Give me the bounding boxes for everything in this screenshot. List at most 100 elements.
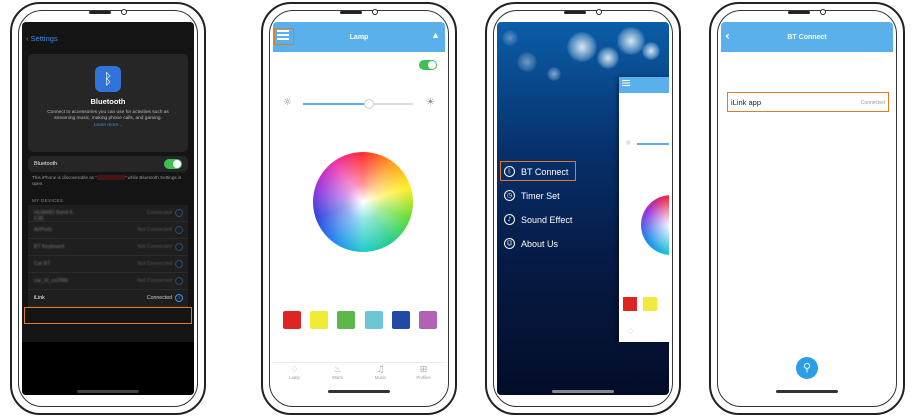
device-status: Not Connected (137, 244, 172, 250)
settings-screen: ‹ Settings ᛒ Bluetooth Connect to access… (22, 22, 194, 395)
bokeh-light (597, 47, 619, 69)
bluetooth-toggle[interactable] (164, 159, 182, 169)
bokeh-light (517, 52, 537, 72)
bokeh-light (567, 32, 597, 62)
lamp-screen-preview[interactable]: ☼ ♢ (619, 77, 669, 342)
color-wheel[interactable] (313, 152, 413, 252)
bokeh-light (547, 67, 561, 81)
brightness-high-icon: ☀ (426, 97, 435, 108)
phone-settings-bluetooth: ‹ Settings ᛒ Bluetooth Connect to access… (10, 2, 206, 415)
bokeh-light (642, 42, 660, 60)
preview-topbar (619, 77, 669, 93)
search-icon[interactable]: ⚲ (796, 357, 818, 379)
preview-swatch-yellow (643, 297, 657, 311)
lamp-topbar: Lamp ▲ (273, 22, 445, 52)
swatch-cyan[interactable] (364, 311, 383, 329)
screen-bottom-fill (22, 342, 194, 395)
slider-fill (303, 103, 369, 105)
brightness-low-icon: ☼ (625, 139, 632, 147)
home-indicator (328, 390, 390, 393)
swatch-purple[interactable] (418, 311, 437, 329)
bt-connect-topbar: ‹ BT Connect (721, 22, 893, 52)
slider-knob[interactable] (364, 99, 374, 109)
device-name: HUAWEI Band 6-C9E (34, 210, 75, 222)
sound-icon: ♪ (504, 214, 515, 225)
phone-side-menu: ☼ ♢ ᛒ BT Connect ◷ Timer Set ♪ Sound Effect… (485, 2, 681, 415)
power-toggle[interactable] (419, 60, 437, 70)
clock-icon: ◷ (504, 190, 515, 201)
device-row[interactable]: BT Keyboard Not Connected (28, 239, 188, 256)
discoverable-note: This iPhone is discoverable as “” while … (32, 175, 182, 186)
device-row-ilink[interactable]: iLink Connected i (28, 290, 188, 307)
bluetooth-description: Connect to accessories you can use for a… (47, 110, 169, 121)
phone-notch (784, 9, 830, 15)
phone-lamp-screen: Lamp ▲ ☼ ☀ ♢ Lamp ♨ Warm ♫ Music ⊞ Profiles (261, 2, 457, 415)
info-icon[interactable] (175, 243, 183, 251)
grid-icon: ⊞ (419, 365, 428, 375)
lamp-title: Lamp (349, 34, 369, 41)
tab-lamp[interactable]: ♢ Lamp (280, 365, 310, 382)
preview-slider (637, 143, 669, 145)
settings-back-link[interactable]: ‹ Settings (26, 34, 58, 43)
lamp-screen: Lamp ▲ ☼ ☀ ♢ Lamp ♨ Warm ♫ Music ⊞ Profiles (273, 22, 445, 395)
device-name: Car BT (34, 261, 51, 267)
info-icon[interactable] (175, 260, 183, 268)
device-row[interactable]: Car BT Not Connected (28, 256, 188, 273)
ilink-app-highlight-box (727, 92, 889, 112)
preview-swatch-red (623, 297, 637, 311)
side-menu-screen: ☼ ♢ ᛒ BT Connect ◷ Timer Set ♪ Sound Effect… (497, 22, 669, 395)
phone-notch (336, 9, 382, 15)
bokeh-light (502, 30, 518, 46)
learn-more-link[interactable]: Learn more... (28, 123, 188, 128)
person-icon: ☺ (504, 238, 515, 249)
swatch-red[interactable] (283, 311, 301, 329)
menu-item-timer-set[interactable]: ◷ Timer Set (501, 188, 572, 212)
ilink-highlight-box (24, 307, 192, 324)
bulb-icon: ♢ (627, 327, 635, 336)
phone-bt-connect: ‹ BT Connect iLink app Connected ⚲ (709, 2, 905, 415)
bt-connect-title: BT Connect (787, 34, 827, 41)
device-row[interactable]: HUAWEI Band 6-C9E Connected (28, 205, 188, 222)
menu-item-sound-effect[interactable]: ♪ Sound Effect (501, 212, 572, 236)
bokeh-light (617, 27, 645, 55)
music-icon: ♫ (376, 365, 385, 375)
menu-item-about-us[interactable]: ☺ About Us (501, 236, 572, 260)
swatch-blue[interactable] (391, 311, 410, 329)
device-status: Not Connected (137, 278, 172, 284)
redacted-name (96, 175, 125, 181)
info-icon[interactable] (175, 226, 183, 234)
slider-track[interactable] (303, 99, 413, 109)
phone-notch (560, 9, 606, 15)
tab-warm[interactable]: ♨ Warm (323, 365, 353, 382)
device-name: car_bt_ce298b (34, 278, 69, 284)
bt-connect-highlight-box (500, 161, 576, 181)
tab-profiles[interactable]: ⊞ Profiles (409, 365, 439, 382)
device-status: Connected (146, 295, 172, 301)
info-icon[interactable] (175, 209, 183, 217)
tab-music[interactable]: ♫ Music (366, 365, 396, 382)
bottom-tab-bar: ♢ Lamp ♨ Warm ♫ Music ⊞ Profiles (273, 362, 445, 382)
device-name: AirPods (34, 227, 53, 233)
home-indicator (776, 390, 838, 393)
home-indicator (77, 390, 139, 393)
info-icon[interactable]: i (175, 294, 183, 302)
swatch-green[interactable] (337, 311, 356, 329)
menu-highlight-box (274, 28, 294, 45)
bulb-icon: ♢ (290, 365, 299, 375)
device-name: iLink (34, 295, 45, 301)
device-row[interactable]: car_bt_ce298b Not Connected (28, 273, 188, 290)
my-devices-header: MY DEVICES (32, 198, 64, 203)
device-status: Not Connected (137, 227, 172, 233)
flame-icon: ♨ (333, 365, 342, 375)
lamp-icon[interactable]: ▲ (431, 30, 440, 40)
swatch-yellow[interactable] (310, 311, 329, 329)
brightness-low-icon: ☼ (283, 97, 292, 108)
home-indicator (552, 390, 614, 393)
brightness-slider[interactable]: ☼ ☀ (283, 97, 435, 111)
preview-color-wheel (641, 195, 669, 255)
device-row[interactable]: AirPods Not Connected (28, 222, 188, 239)
bluetooth-header-card: ᛒ Bluetooth Connect to accessories you c… (28, 54, 188, 152)
device-status: Connected (146, 210, 172, 216)
info-icon[interactable] (175, 277, 183, 285)
bluetooth-toggle-label: Bluetooth (34, 161, 58, 167)
